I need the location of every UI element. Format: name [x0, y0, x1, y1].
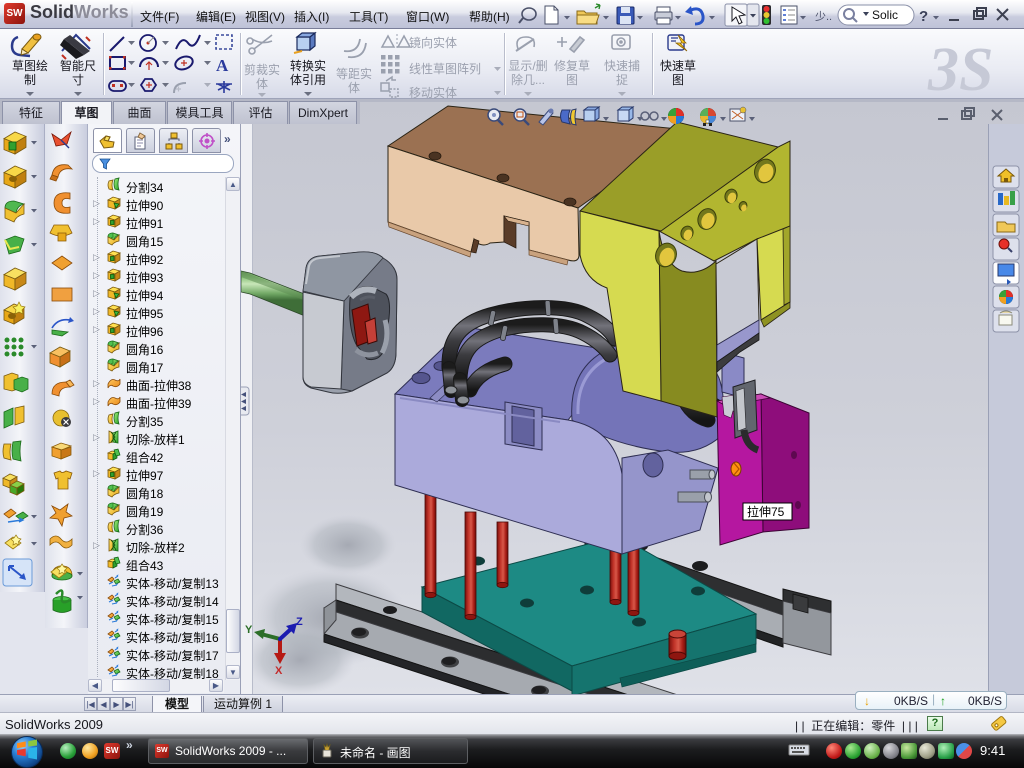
svg-text:拉伸75: 拉伸75 — [747, 504, 785, 519]
svg-text:修复草: 修复草 — [554, 58, 590, 73]
svg-text:Solic: Solic — [872, 8, 898, 22]
svg-text:图: 图 — [566, 73, 578, 87]
svg-text:Z: Z — [296, 616, 303, 628]
svg-text:捉: 捉 — [616, 72, 628, 87]
svg-text:等距实: 等距实 — [336, 66, 372, 81]
svg-text:快速草: 快速草 — [660, 59, 696, 73]
svg-text:制: 制 — [24, 73, 36, 87]
svg-text:草图绘: 草图绘 — [12, 58, 48, 73]
svg-text:剪裁实: 剪裁实 — [244, 62, 280, 77]
svg-text:除几...: 除几... — [511, 72, 545, 87]
svg-text:X: X — [275, 665, 283, 677]
svg-text:移动实体: 移动实体 — [409, 85, 457, 99]
svg-text:Y: Y — [245, 624, 253, 636]
svg-text:寸: 寸 — [72, 73, 84, 87]
svg-text:智能尺: 智能尺 — [60, 58, 96, 73]
svg-text:镜向实体: 镜向实体 — [409, 35, 457, 50]
svg-text:A: A — [216, 56, 229, 75]
svg-text:少..: 少.. — [815, 10, 832, 23]
svg-text:体: 体 — [348, 81, 360, 95]
svg-text:?: ? — [919, 8, 928, 25]
svg-text:快速捕: 快速捕 — [604, 58, 640, 73]
svg-text:图: 图 — [672, 73, 684, 87]
svg-text:显示/删: 显示/删 — [508, 59, 547, 73]
svg-text:体引用: 体引用 — [290, 73, 326, 87]
svg-text:转换实: 转换实 — [290, 58, 326, 73]
svg-text:线性草图阵列: 线性草图阵列 — [409, 62, 481, 76]
svg-text:体: 体 — [256, 77, 268, 91]
